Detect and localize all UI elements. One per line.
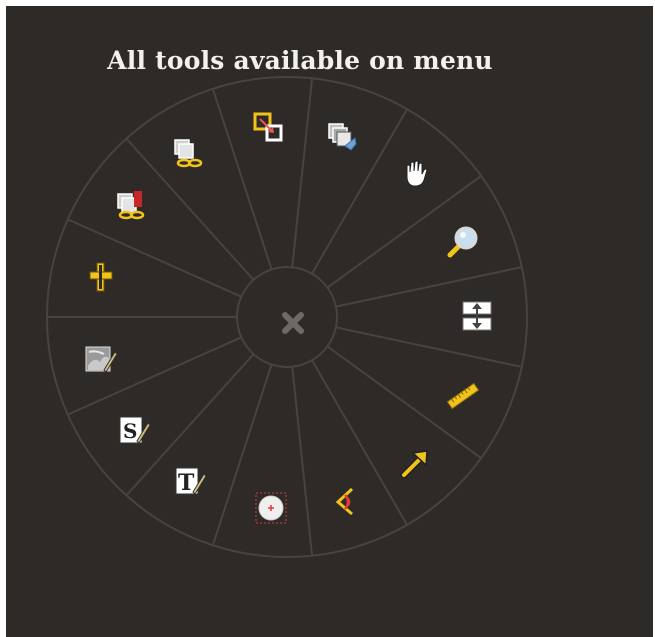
radial-menu-panel: All tools available on menu T S [6,6,653,637]
close-icon [282,312,304,334]
zoom-area-icon[interactable] [251,110,285,144]
link-series-icon[interactable] [114,188,148,222]
link-layers-icon[interactable] [171,136,205,170]
close-button[interactable] [268,298,318,348]
arrow-annotation-icon[interactable] [399,446,433,480]
tool-wheel [46,76,528,558]
ruler-icon[interactable] [446,379,480,413]
series-annotation-icon[interactable]: S [117,413,151,447]
angle-measure-icon[interactable] [330,484,364,518]
crosshair-icon[interactable] [84,260,118,294]
scroll-vertical-icon[interactable] [460,299,494,333]
pan-hand-icon[interactable] [399,156,433,190]
wheel-divider [291,78,314,268]
wheel-divider [291,366,314,556]
svg-text:S: S [123,419,137,443]
copy-layers-icon[interactable] [325,120,359,154]
ellipse-roi-icon[interactable] [254,491,288,525]
text-annotation-icon[interactable]: T [173,464,207,498]
image-annotation-icon[interactable] [84,342,118,376]
wheel-divider [335,326,522,368]
magnifier-icon[interactable] [446,225,480,259]
